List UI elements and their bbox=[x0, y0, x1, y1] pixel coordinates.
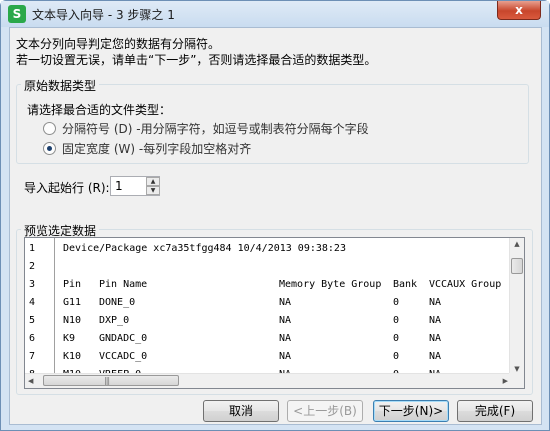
row-number: 1 bbox=[29, 243, 36, 254]
row-number: 6 bbox=[29, 333, 36, 344]
row-number: 5 bbox=[29, 315, 36, 326]
grip-icon: ||| bbox=[104, 376, 110, 385]
delimited-radio[interactable] bbox=[43, 122, 56, 135]
preview-cell: NA bbox=[429, 297, 442, 308]
file-type-prompt: 请选择最合适的文件类型： bbox=[27, 103, 172, 117]
preview-cell: Device/Package xc7a35tfgg484 10/4/2013 0… bbox=[63, 243, 346, 254]
preview-cell: DONE_0 bbox=[99, 297, 136, 308]
preview-cell: K10 bbox=[63, 351, 82, 362]
scroll-up-icon[interactable]: ▲ bbox=[510, 240, 524, 248]
title-bar[interactable]: S 文本导入向导 - 3 步骤之 1 x bbox=[1, 1, 549, 27]
preview-cell: DXP_0 bbox=[99, 315, 130, 326]
scroll-corner bbox=[509, 373, 524, 388]
scroll-down-icon[interactable]: ▼ bbox=[510, 365, 524, 373]
original-data-type-legend: 原始数据类型 bbox=[21, 77, 100, 94]
horizontal-scrollbar[interactable]: ◀ ||| ▶ bbox=[25, 373, 511, 388]
spin-up-icon[interactable]: ▲ bbox=[146, 177, 160, 186]
row-number: 7 bbox=[29, 351, 36, 362]
preview-cell: Pin Name bbox=[99, 279, 148, 290]
fixed-width-radio[interactable] bbox=[43, 142, 56, 155]
dialog-body: 文本分列向导判定您的数据有分隔符。 若一切设置无误，请单击“下一步”，否则请选择… bbox=[9, 27, 542, 425]
start-row-label: 导入起始行 (R): bbox=[24, 181, 110, 195]
back-button[interactable]: <上一步(B) bbox=[287, 400, 363, 422]
preview-cell: NA bbox=[429, 315, 442, 326]
preview-cell: 0 bbox=[393, 333, 400, 344]
preview-cell: Pin bbox=[63, 279, 82, 290]
preview-cell: 0 bbox=[393, 351, 400, 362]
preview-cell: Memory Byte Group bbox=[279, 279, 382, 290]
preview-cell: 0 bbox=[393, 297, 400, 308]
cancel-button[interactable]: 取消 bbox=[203, 400, 279, 422]
preview-cell: NA bbox=[279, 351, 292, 362]
row-number-divider bbox=[54, 238, 55, 375]
preview-cell: Bank bbox=[393, 279, 418, 290]
preview-cell: 0 bbox=[393, 315, 400, 326]
intro-line-2: 若一切设置无误，请单击“下一步”，否则请选择最合适的数据类型。 bbox=[16, 53, 377, 67]
close-button[interactable]: x bbox=[497, 1, 541, 20]
preview-cell: NA bbox=[279, 297, 292, 308]
preview-cell: NA bbox=[429, 351, 442, 362]
preview-cell: VCCADC_0 bbox=[99, 351, 148, 362]
preview-cell: G11 bbox=[63, 297, 82, 308]
preview-cell: NA bbox=[429, 333, 442, 344]
intro-text: 文本分列向导判定您的数据有分隔符。 若一切设置无误，请单击“下一步”，否则请选择… bbox=[16, 36, 376, 68]
preview-cell: K9 bbox=[63, 333, 76, 344]
fixed-width-label: 固定宽度 (W) -每列字段加空格对齐 bbox=[62, 142, 252, 156]
vertical-scrollbar[interactable]: ▲ ▼ bbox=[509, 238, 524, 375]
scroll-right-icon[interactable]: ▶ bbox=[503, 377, 508, 385]
vertical-scroll-thumb[interactable] bbox=[511, 258, 523, 274]
scroll-left-icon[interactable]: ◀ bbox=[28, 377, 33, 385]
delimited-radio-option[interactable]: 分隔符号 (D) -用分隔字符，如逗号或制表符分隔每个字段 bbox=[43, 121, 369, 137]
window-title: 文本导入向导 - 3 步骤之 1 bbox=[32, 8, 175, 22]
preview-cell: NA bbox=[279, 315, 292, 326]
preview-pane[interactable]: 1 Device/Package xc7a35tfgg484 10/4/2013 … bbox=[24, 237, 525, 389]
delimited-label: 分隔符号 (D) -用分隔字符，如逗号或制表符分隔每个字段 bbox=[62, 122, 369, 136]
next-button[interactable]: 下一步(N)> bbox=[373, 400, 449, 422]
intro-line-1: 文本分列向导判定您的数据有分隔符。 bbox=[16, 37, 221, 51]
spreadsheet-app-icon: S bbox=[8, 5, 26, 23]
import-wizard-window: S 文本导入向导 - 3 步骤之 1 x 文本分列向导判定您的数据有分隔符。 若… bbox=[0, 0, 550, 431]
original-data-type-group: 原始数据类型 请选择最合适的文件类型： 分隔符号 (D) -用分隔字符，如逗号或… bbox=[16, 77, 529, 164]
preview-rows: 1 Device/Package xc7a35tfgg484 10/4/2013 … bbox=[25, 238, 511, 375]
fixed-width-radio-option[interactable]: 固定宽度 (W) -每列字段加空格对齐 bbox=[43, 141, 251, 157]
horizontal-scroll-thumb[interactable]: ||| bbox=[43, 375, 179, 386]
spin-down-icon[interactable]: ▼ bbox=[146, 186, 160, 195]
finish-button[interactable]: 完成(F) bbox=[457, 400, 533, 422]
preview-cell: N10 bbox=[63, 315, 82, 326]
preview-cell: GNDADC_0 bbox=[99, 333, 148, 344]
row-number: 2 bbox=[29, 261, 36, 272]
preview-cell: VCCAUX Group bbox=[429, 279, 502, 290]
row-number: 3 bbox=[29, 279, 36, 290]
row-number: 4 bbox=[29, 297, 36, 308]
preview-cell: NA bbox=[279, 333, 292, 344]
